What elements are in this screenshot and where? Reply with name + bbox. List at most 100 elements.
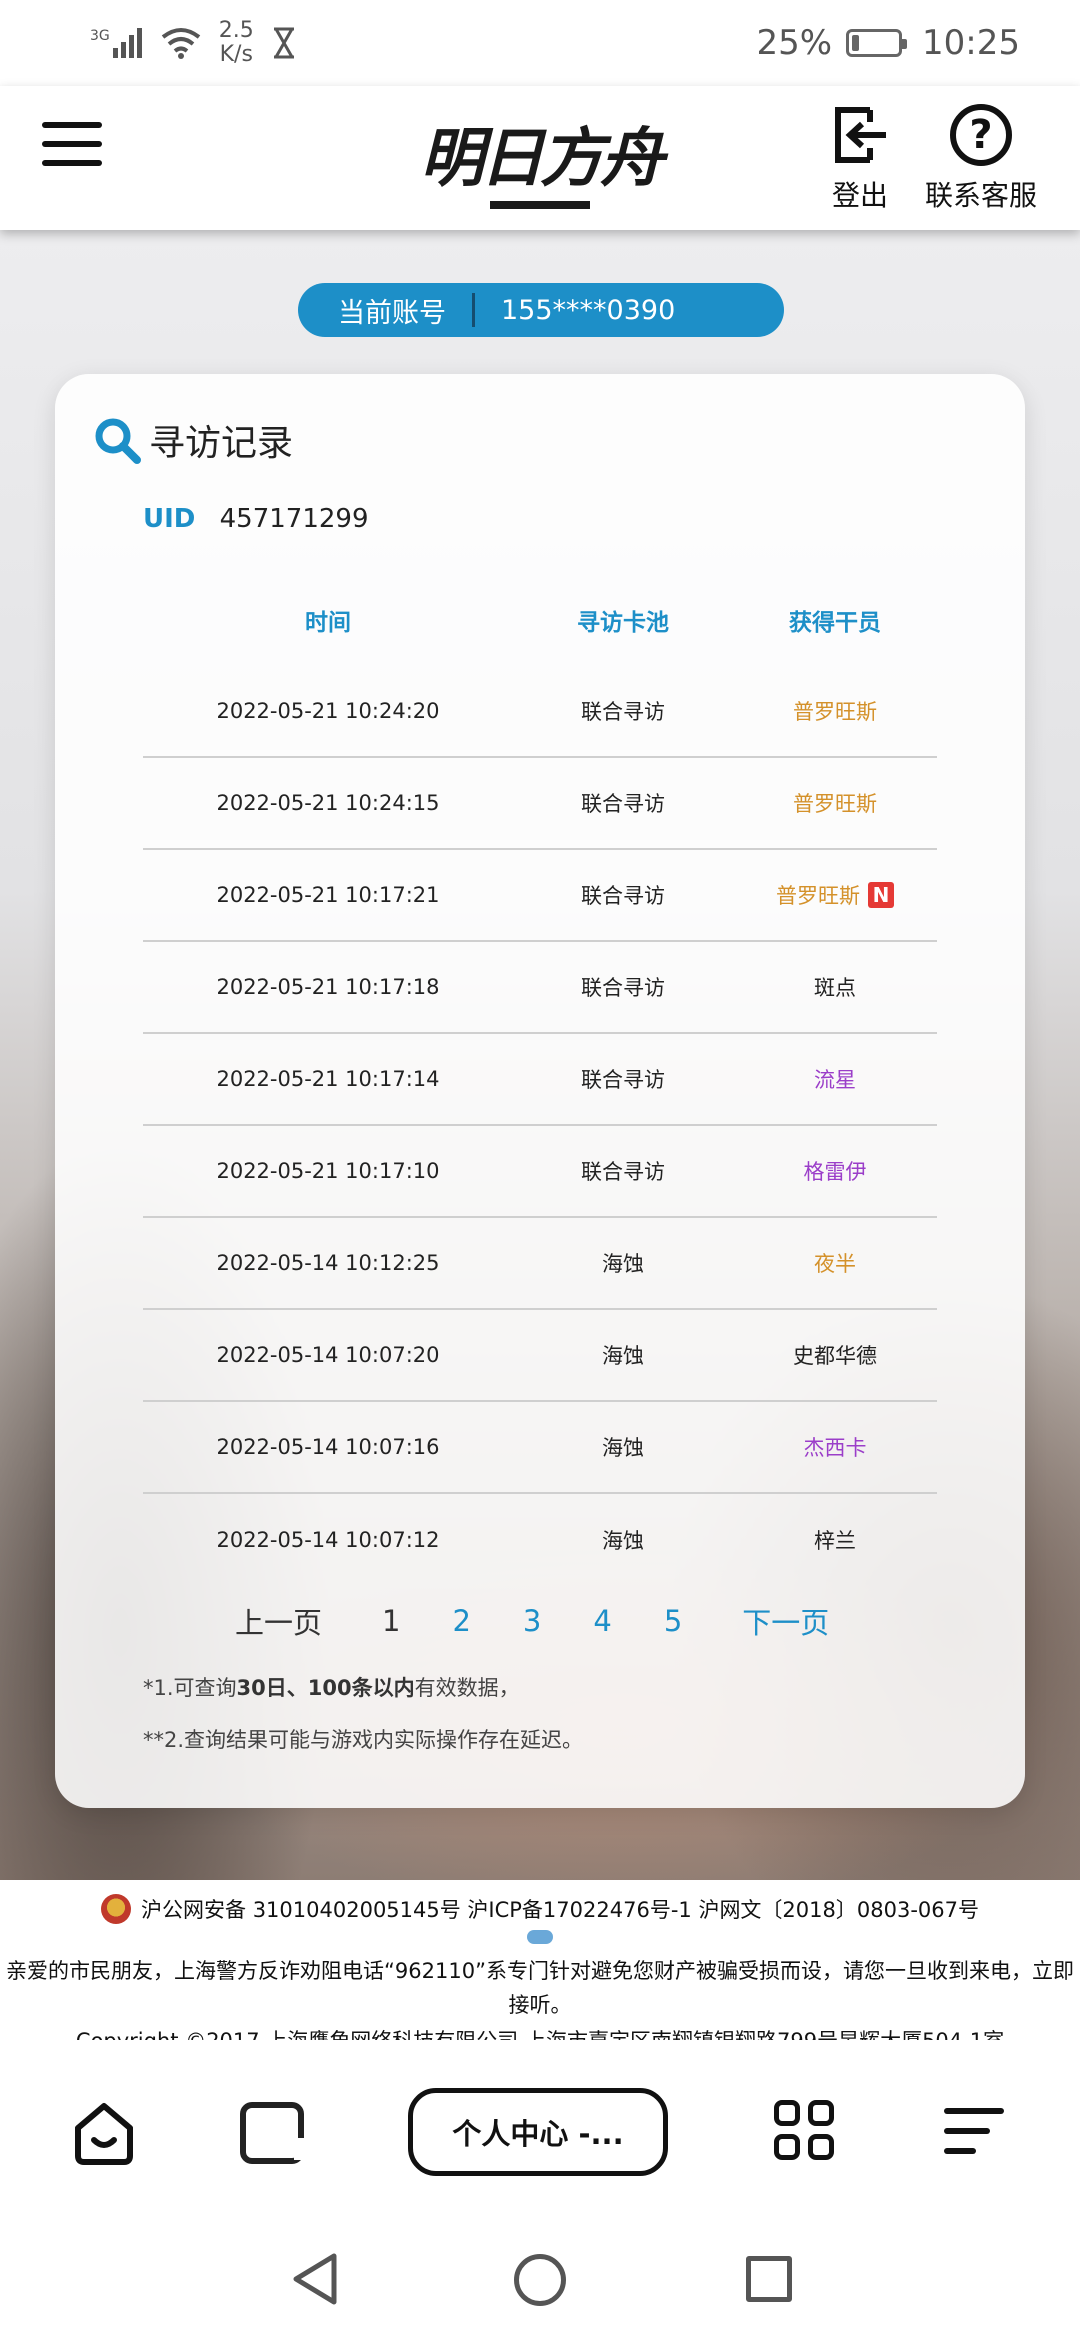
new-badge: N bbox=[868, 882, 894, 908]
menu-icon bbox=[42, 122, 102, 128]
records-title: 寻访记录 bbox=[149, 423, 294, 464]
row-time: 2022-05-14 10:07:16 bbox=[216, 1435, 440, 1459]
next-page-button[interactable]: 下一页 bbox=[742, 1600, 829, 1642]
menu-button[interactable] bbox=[42, 122, 102, 172]
row-time: 2022-05-14 10:07:20 bbox=[216, 1343, 440, 1367]
row-operator-cell: 梓兰 bbox=[733, 1525, 937, 1555]
logo[interactable]: 明日方舟 bbox=[420, 100, 664, 216]
row-operator: 史都华德 bbox=[793, 1344, 877, 1368]
table-row: 2022-05-21 10:17:10 联合寻访 格雷伊 bbox=[143, 1126, 937, 1218]
help-icon: ? bbox=[950, 104, 1012, 166]
page-2[interactable]: 2 bbox=[452, 1604, 470, 1638]
row-time: 2022-05-21 10:17:10 bbox=[216, 1159, 440, 1183]
column-header-pool: 寻访卡池 bbox=[577, 610, 669, 636]
browser-menu-icon[interactable] bbox=[944, 2108, 1004, 2158]
row-operator: 夜半 bbox=[814, 1252, 856, 1276]
tabs-icon[interactable] bbox=[240, 2102, 304, 2164]
pagination: 上一页 1 2 3 4 5 下一页 bbox=[235, 1600, 829, 1642]
recent-apps-icon[interactable] bbox=[746, 2256, 792, 2302]
logout-button[interactable]: 登出 bbox=[830, 104, 890, 214]
table-row: 2022-05-14 10:07:12 海蚀 梓兰 bbox=[143, 1494, 937, 1586]
home-circle-icon[interactable] bbox=[514, 2254, 566, 2306]
row-operator: 流星 bbox=[814, 1068, 856, 1092]
row-operator: 普罗旺斯 bbox=[776, 884, 860, 908]
logout-icon bbox=[835, 107, 886, 163]
account-value: 155****0390 bbox=[501, 294, 676, 326]
current-account-pill: 当前账号 155****0390 bbox=[298, 283, 784, 337]
signal-icon: 3G bbox=[90, 28, 143, 58]
site-footer: 沪公网安备 31010402005145号 沪ICP备17022476号-1 沪… bbox=[0, 1880, 1080, 2040]
row-pool: 海蚀 bbox=[602, 1252, 644, 1276]
footer-license-text[interactable]: 沪公网安备 31010402005145号 沪ICP备17022476号-1 沪… bbox=[141, 1894, 979, 1924]
page-3[interactable]: 3 bbox=[523, 1604, 541, 1638]
logo-text: 明日方舟 bbox=[420, 121, 664, 196]
row-operator-cell: 夜半 bbox=[733, 1248, 937, 1278]
row-time: 2022-05-21 10:17:21 bbox=[216, 883, 440, 907]
row-operator-cell: 普罗旺斯 bbox=[733, 696, 937, 726]
back-icon[interactable] bbox=[290, 2252, 340, 2306]
row-time: 2022-05-14 10:07:12 bbox=[216, 1528, 440, 1552]
row-operator: 普罗旺斯 bbox=[793, 700, 877, 724]
table-row: 2022-05-14 10:07:20 海蚀 史都华德 bbox=[143, 1310, 937, 1402]
prev-page-button[interactable]: 上一页 bbox=[235, 1600, 322, 1642]
records-card: 寻访记录 UID 457171299 时间 寻访卡池 获得干员 2022-05-… bbox=[55, 374, 1025, 1808]
net-speed: 2.5 K/s bbox=[218, 18, 254, 67]
wifi-icon bbox=[161, 28, 200, 59]
row-time: 2022-05-21 10:24:15 bbox=[216, 791, 440, 815]
card-title: 寻访记录 bbox=[93, 414, 293, 466]
logout-label: 登出 bbox=[831, 179, 888, 212]
row-operator-cell: 流星 bbox=[733, 1064, 937, 1094]
current-tab-button[interactable]: 个人中心 -... bbox=[408, 2088, 668, 2176]
row-pool: 联合寻访 bbox=[581, 1160, 665, 1184]
row-operator: 梓兰 bbox=[814, 1529, 856, 1553]
uid-value: 457171299 bbox=[219, 504, 369, 534]
page-1[interactable]: 1 bbox=[382, 1604, 400, 1638]
row-pool: 联合寻访 bbox=[581, 884, 665, 908]
row-time: 2022-05-21 10:17:18 bbox=[216, 975, 440, 999]
logo-bar bbox=[490, 201, 590, 209]
row-operator-cell: 格雷伊 bbox=[733, 1156, 937, 1186]
cloud-icon bbox=[527, 1930, 553, 1944]
browser-toolbar: 个人中心 -... bbox=[0, 2040, 1080, 2230]
table-body: 2022-05-21 10:24:20 联合寻访 普罗旺斯 2022-05-21 10… bbox=[143, 666, 937, 1586]
row-pool: 海蚀 bbox=[602, 1529, 644, 1553]
row-pool: 联合寻访 bbox=[581, 1068, 665, 1092]
row-operator-cell: 斑点 bbox=[733, 972, 937, 1002]
row-operator-cell: 普罗旺斯 N bbox=[733, 880, 937, 910]
note-delay: **2.查询结果可能与游戏内实际操作存在延迟。 bbox=[143, 1728, 584, 1752]
row-pool: 联合寻访 bbox=[581, 976, 665, 1000]
search-icon bbox=[95, 418, 141, 464]
table-header: 时间 寻访卡池 获得干员 bbox=[143, 574, 937, 666]
hourglass-icon bbox=[273, 27, 294, 59]
column-header-time: 时间 bbox=[305, 610, 351, 636]
site-header: 明日方舟 登出 ? 联系客服 bbox=[0, 86, 1080, 230]
row-operator-cell: 普罗旺斯 bbox=[733, 788, 937, 818]
row-operator: 杰西卡 bbox=[803, 1436, 867, 1460]
apps-grid-icon[interactable] bbox=[774, 2100, 834, 2160]
table-row: 2022-05-21 10:17:14 联合寻访 流星 bbox=[143, 1034, 937, 1126]
system-nav-bar bbox=[0, 2230, 1080, 2340]
row-operator-cell: 史都华德 bbox=[733, 1340, 937, 1370]
contact-support-button[interactable]: ? 联系客服 bbox=[925, 104, 1037, 214]
row-pool: 海蚀 bbox=[602, 1344, 644, 1368]
table-row: 2022-05-21 10:17:18 联合寻访 斑点 bbox=[143, 942, 937, 1034]
table-row: 2022-05-21 10:17:21 联合寻访 普罗旺斯 N bbox=[143, 850, 937, 942]
home-icon[interactable] bbox=[72, 2100, 136, 2166]
footer-copyright: Copyright ©2017 上海鹰角网络科技有限公司 上海市嘉定区南翔镇银翔… bbox=[0, 2026, 1080, 2040]
row-operator: 格雷伊 bbox=[803, 1160, 867, 1184]
page-4[interactable]: 4 bbox=[593, 1604, 611, 1638]
row-time: 2022-05-21 10:24:20 bbox=[216, 699, 440, 723]
row-pool: 联合寻访 bbox=[581, 700, 665, 724]
battery-icon bbox=[846, 29, 908, 57]
row-pool: 海蚀 bbox=[602, 1436, 644, 1460]
row-time: 2022-05-21 10:17:14 bbox=[216, 1067, 440, 1091]
battery-percent: 25% bbox=[756, 23, 833, 63]
battery-fill bbox=[852, 35, 859, 51]
police-badge-icon bbox=[101, 1894, 132, 1924]
uid-label: UID bbox=[143, 504, 196, 534]
page-5[interactable]: 5 bbox=[664, 1604, 682, 1638]
table-row: 2022-05-21 10:24:20 联合寻访 普罗旺斯 bbox=[143, 666, 937, 758]
account-divider bbox=[472, 293, 475, 327]
column-header-operator: 获得干员 bbox=[789, 610, 881, 636]
table-row: 2022-05-14 10:07:16 海蚀 杰西卡 bbox=[143, 1402, 937, 1494]
